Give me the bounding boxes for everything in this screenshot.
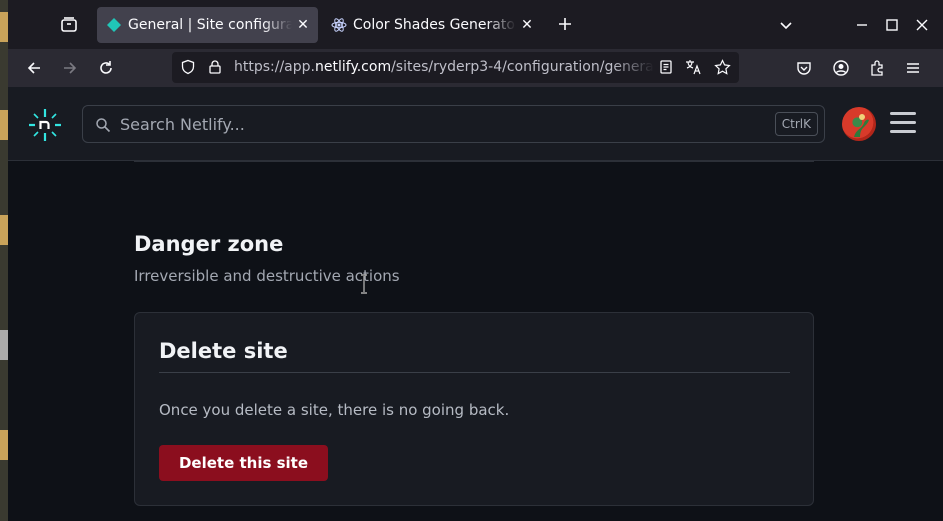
text-cursor-icon [360, 274, 368, 294]
desktop-icon [0, 330, 8, 360]
browser-window: General | Site configuration ✕ Color Sha… [8, 0, 943, 521]
new-tab-button[interactable] [554, 13, 576, 35]
react-favicon-icon [331, 18, 347, 32]
forward-icon[interactable] [59, 57, 81, 79]
url-host: netlify.com [315, 59, 392, 75]
desktop-icon [0, 430, 8, 460]
url-path: /sites/ryderp3-4/configuration/general [391, 59, 654, 75]
minimize-icon[interactable] [851, 14, 873, 36]
address-bar[interactable]: https://app.netlify.com/sites/ryderp3-4/… [172, 52, 739, 83]
desktop-background [0, 0, 8, 521]
close-tab-icon[interactable]: ✕ [516, 17, 538, 33]
extensions-icon[interactable] [866, 57, 888, 79]
tab-color-shades[interactable]: Color Shades Generator ✕ [322, 7, 542, 43]
translate-icon[interactable] [685, 58, 703, 76]
url-scheme: https://app. [234, 59, 315, 75]
netlify-logo-icon[interactable] [28, 108, 62, 142]
previous-card-bottom-edge [134, 161, 814, 162]
netlify-header: Search Netlify... CtrlK [8, 87, 943, 161]
firefox-view-icon[interactable] [58, 14, 80, 36]
tab-bar: General | Site configuration ✕ Color Sha… [8, 0, 943, 49]
hamburger-menu-icon[interactable] [890, 112, 916, 136]
maximize-icon[interactable] [881, 14, 903, 36]
list-all-tabs-icon[interactable] [775, 14, 797, 36]
desktop-icon [0, 215, 8, 245]
reload-icon[interactable] [95, 57, 117, 79]
desktop-icon [0, 12, 8, 42]
account-icon[interactable] [830, 57, 852, 79]
app-menu-icon[interactable] [902, 57, 924, 79]
desktop-icon [0, 110, 8, 140]
delete-site-card: Delete site Once you delete a site, ther… [134, 312, 814, 506]
tab-title: General | Site configuration [128, 17, 292, 33]
bookmark-star-icon[interactable] [713, 58, 731, 76]
close-window-icon[interactable] [911, 14, 933, 36]
reader-view-icon[interactable] [657, 58, 675, 76]
netlify-favicon-icon [107, 18, 121, 32]
tab-title: Color Shades Generator [353, 17, 516, 33]
navigation-toolbar: https://app.netlify.com/sites/ryderp3-4/… [8, 49, 943, 87]
divider [159, 372, 790, 373]
url-text[interactable]: https://app.netlify.com/sites/ryderp3-4/… [234, 59, 654, 75]
search-placeholder: Search Netlify... [120, 115, 245, 134]
delete-this-site-button[interactable]: Delete this site [159, 445, 328, 481]
danger-zone-title: Danger zone [134, 232, 284, 256]
pocket-icon[interactable] [793, 57, 815, 79]
tracking-protection-shield-icon[interactable] [179, 58, 197, 76]
avatar[interactable] [842, 107, 876, 141]
page-content: Search Netlify... CtrlK Danger zone Irre… [8, 87, 943, 521]
tab-general[interactable]: General | Site configuration ✕ [97, 7, 318, 43]
back-icon[interactable] [23, 57, 45, 79]
delete-site-warning-text: Once you delete a site, there is no goin… [159, 401, 510, 419]
search-input[interactable]: Search Netlify... CtrlK [82, 105, 825, 143]
close-tab-icon[interactable]: ✕ [292, 17, 314, 33]
keyboard-shortcut-badge: CtrlK [774, 112, 818, 136]
lock-icon[interactable] [206, 58, 224, 76]
delete-site-title: Delete site [159, 339, 288, 363]
search-icon [96, 118, 111, 133]
